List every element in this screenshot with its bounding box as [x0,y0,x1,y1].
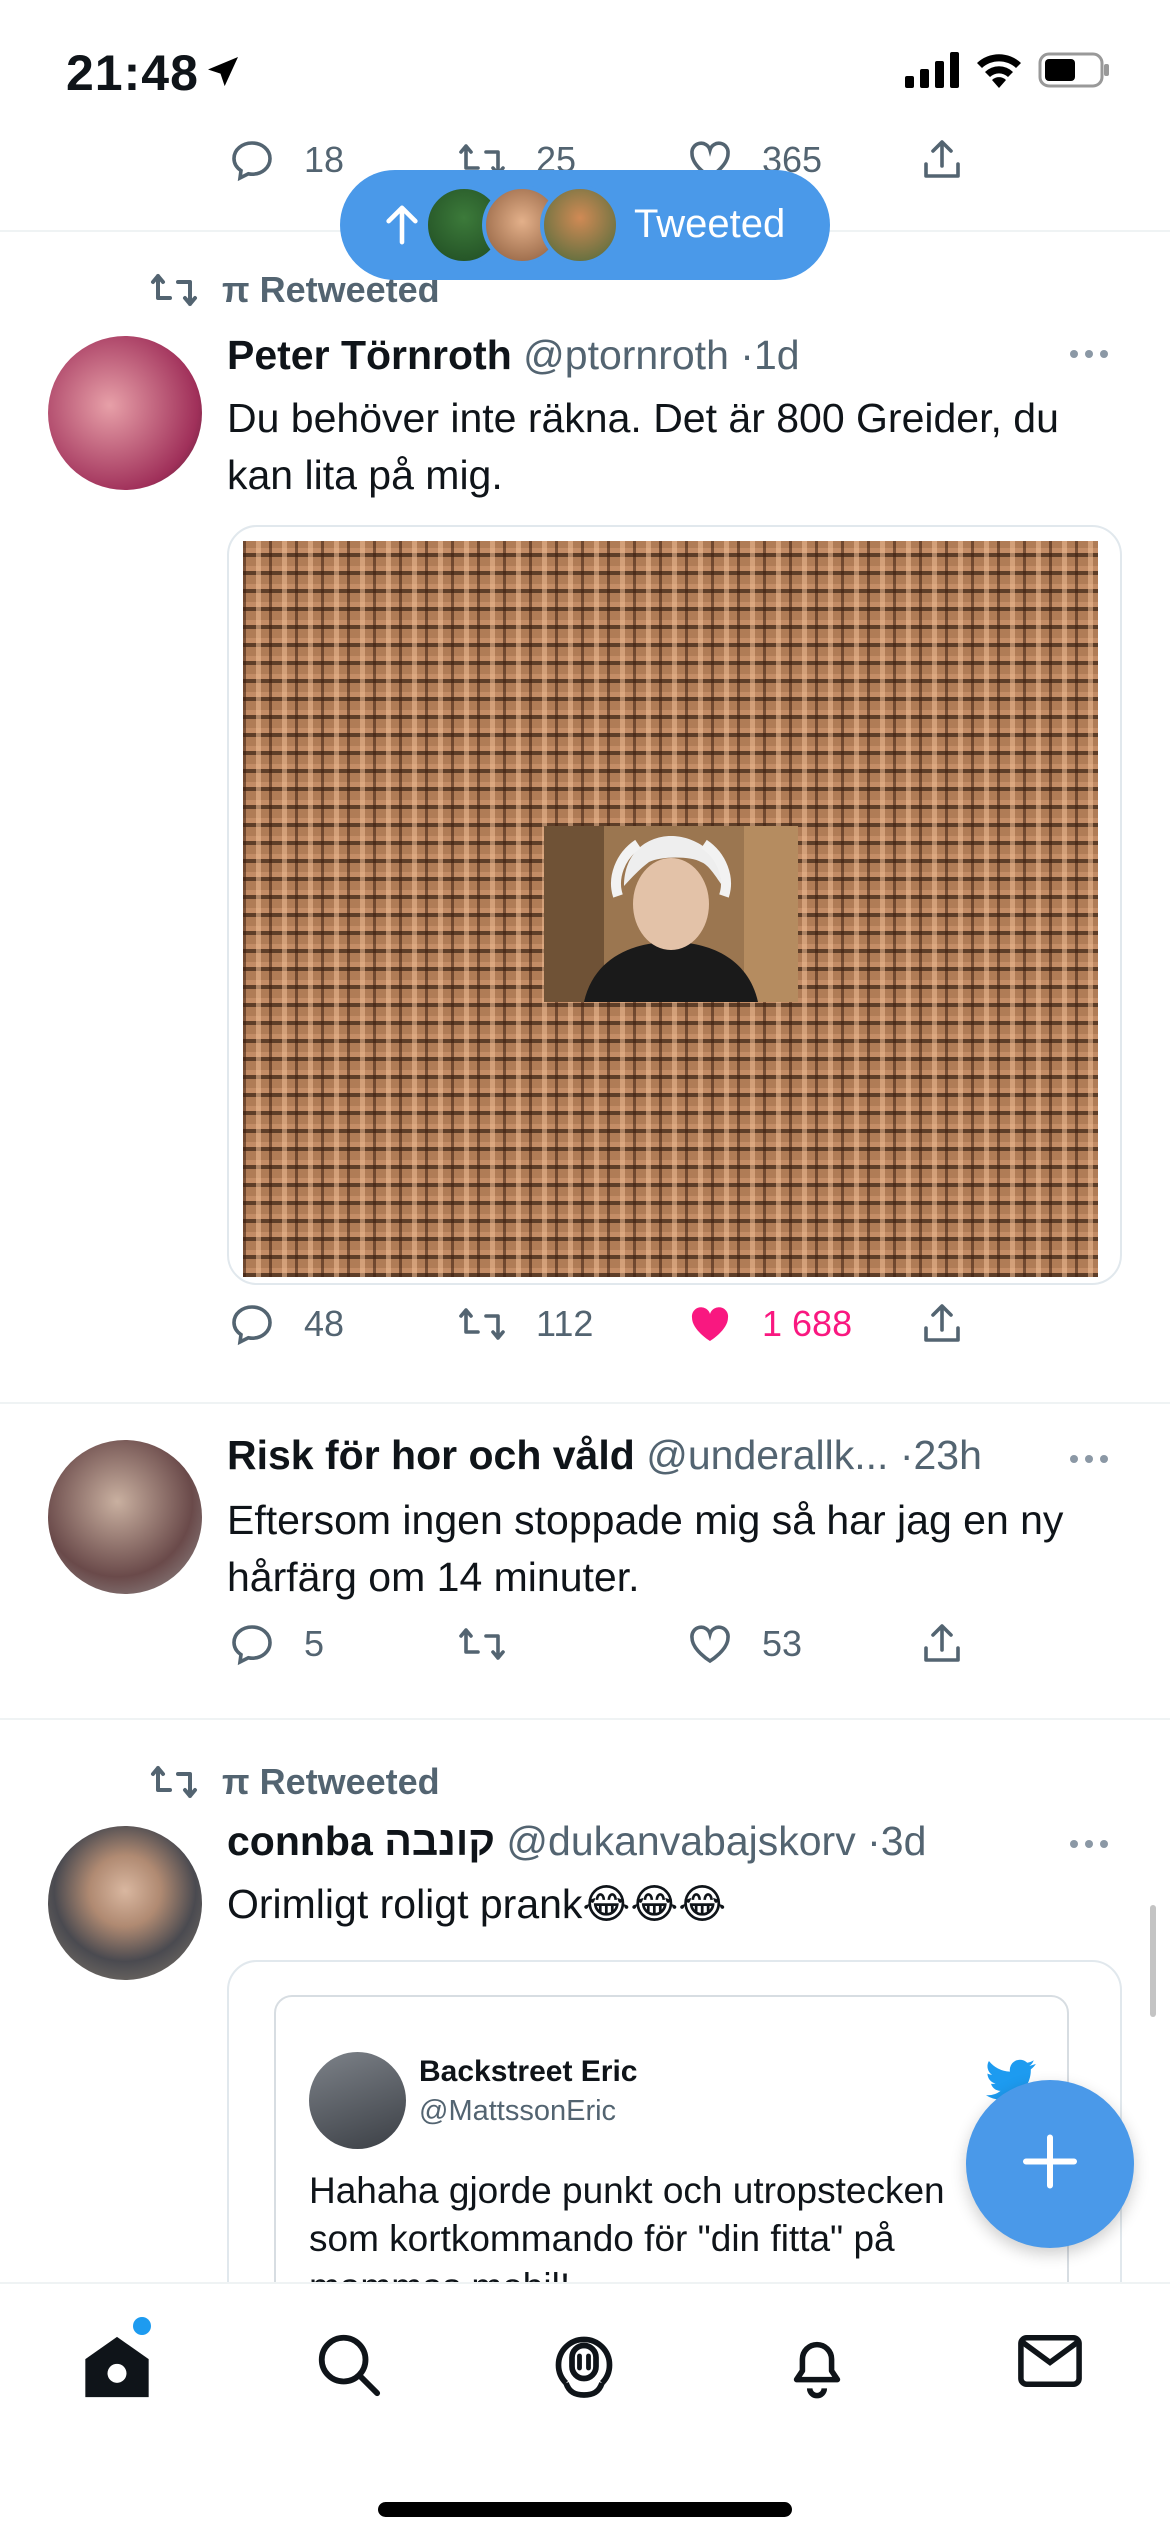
notifications-icon [793,2341,841,2399]
retweet-context: π Retweeted [148,1760,440,1804]
share-icon [924,1624,960,1662]
tweet-time: 1d [753,332,800,378]
reply-count: 48 [304,1303,345,1344]
tab-notifications[interactable] [772,2329,862,2419]
tweet-actions: 48 112 1 688 [228,1300,988,1360]
tweet-header: Peter Törnroth @ptornroth ·1d [227,332,800,379]
tweet-text: Du behöver inte räkna. Det är 800 Greide… [227,395,1059,498]
author-name[interactable]: Risk för hor och våld [227,1432,635,1478]
status-bar: 21:48 [0,0,1170,140]
search-icon [318,2334,381,2397]
reply-count: 5 [304,1623,325,1664]
reply-icon [232,1305,272,1346]
tab-messages[interactable] [1005,2329,1095,2419]
more-icon[interactable] [1070,350,1108,358]
tweet-header: connba קונבה @dukanvabajskorv ·3d [227,1818,926,1865]
spaces-icon [555,2336,613,2398]
compose-icon [1020,2132,1080,2197]
tweet-time: 23h [913,1432,982,1478]
share-icon [924,1304,960,1342]
quoted-author-handle: @MattssonEric [419,2095,617,2127]
tab-bar [0,2282,1170,2532]
new-tweets-pill[interactable]: Tweeted [340,170,830,280]
avatar[interactable] [48,336,202,490]
like-icon [690,1625,730,1664]
home-icon [85,2336,149,2398]
reply-button[interactable]: 48 [228,1300,344,1348]
like-button[interactable]: 53 [686,1620,802,1668]
avatar [309,2052,406,2149]
retweeted-by: π Retweeted [222,1761,440,1802]
arrow-up-icon [386,205,418,245]
retweet-icon [151,1766,197,1798]
like-button[interactable]: 1 688 [686,1300,852,1348]
tweet-header: Risk för hor och våld @underallk... ·23h [227,1432,982,1479]
divider [0,1402,1170,1404]
tweet-actions: 5 53 [228,1620,988,1680]
retweet-button[interactable]: 112 [456,1300,593,1348]
author-handle[interactable]: @ptornroth [523,332,729,378]
like-count: 53 [762,1623,803,1664]
tweet-text: Eftersom ingen stoppade mig så har jag e… [227,1497,1064,1600]
reply-icon [232,1625,272,1666]
reply-count: 18 [304,139,345,180]
retweet-icon [459,1628,505,1660]
separator: · [740,332,754,378]
portrait-image [544,826,798,1002]
scrollbar[interactable] [1150,1905,1156,2017]
reply-button[interactable]: 18 [228,136,344,184]
pill-label: Tweeted [634,202,786,246]
location-arrow-icon [208,57,238,87]
messages-icon [1018,2334,1082,2388]
wifi-icon [977,54,1021,88]
tab-spaces[interactable] [539,2329,629,2419]
separator: · [899,1432,914,1478]
author-handle[interactable]: @underallk... [646,1432,888,1478]
quoted-author-name: Backstreet Eric [419,2055,638,2088]
home-indicator [378,2502,792,2517]
avatar[interactable] [48,1440,202,1594]
more-icon[interactable] [1070,1840,1108,1848]
like-icon [691,1307,729,1341]
retweet-button[interactable] [456,1620,536,1668]
retweet-icon [151,274,197,306]
author-name[interactable]: connba קונבה [227,1818,495,1864]
share-icon [924,140,960,178]
status-time: 21:48 [66,45,199,101]
share-button[interactable] [918,1300,966,1348]
like-count: 1 688 [762,1303,853,1344]
author-handle[interactable]: @dukanvabajskorv [506,1818,855,1864]
share-button[interactable] [918,1620,966,1668]
separator: · [867,1818,881,1864]
more-icon[interactable] [1070,1455,1108,1463]
signal-icon [905,52,959,88]
avatar [540,185,620,265]
compose-button[interactable] [966,2080,1134,2248]
retweet-count: 112 [536,1303,594,1344]
author-name[interactable]: Peter Törnroth [227,332,512,378]
portrait-figure [544,826,798,1002]
avatar[interactable] [48,1826,202,1980]
divider [0,1718,1170,1720]
retweet-icon [459,1308,505,1340]
tweet-text: Orimligt roligt prank😂😂😂 [227,1881,727,1927]
tab-home[interactable] [72,2329,162,2419]
reply-icon [232,141,272,182]
reply-button[interactable]: 5 [228,1620,324,1668]
battery-icon [1038,52,1109,88]
tab-search[interactable] [303,2329,393,2419]
share-button[interactable] [918,136,966,184]
notification-dot [133,2317,151,2335]
tweet-time: 3d [880,1818,927,1864]
